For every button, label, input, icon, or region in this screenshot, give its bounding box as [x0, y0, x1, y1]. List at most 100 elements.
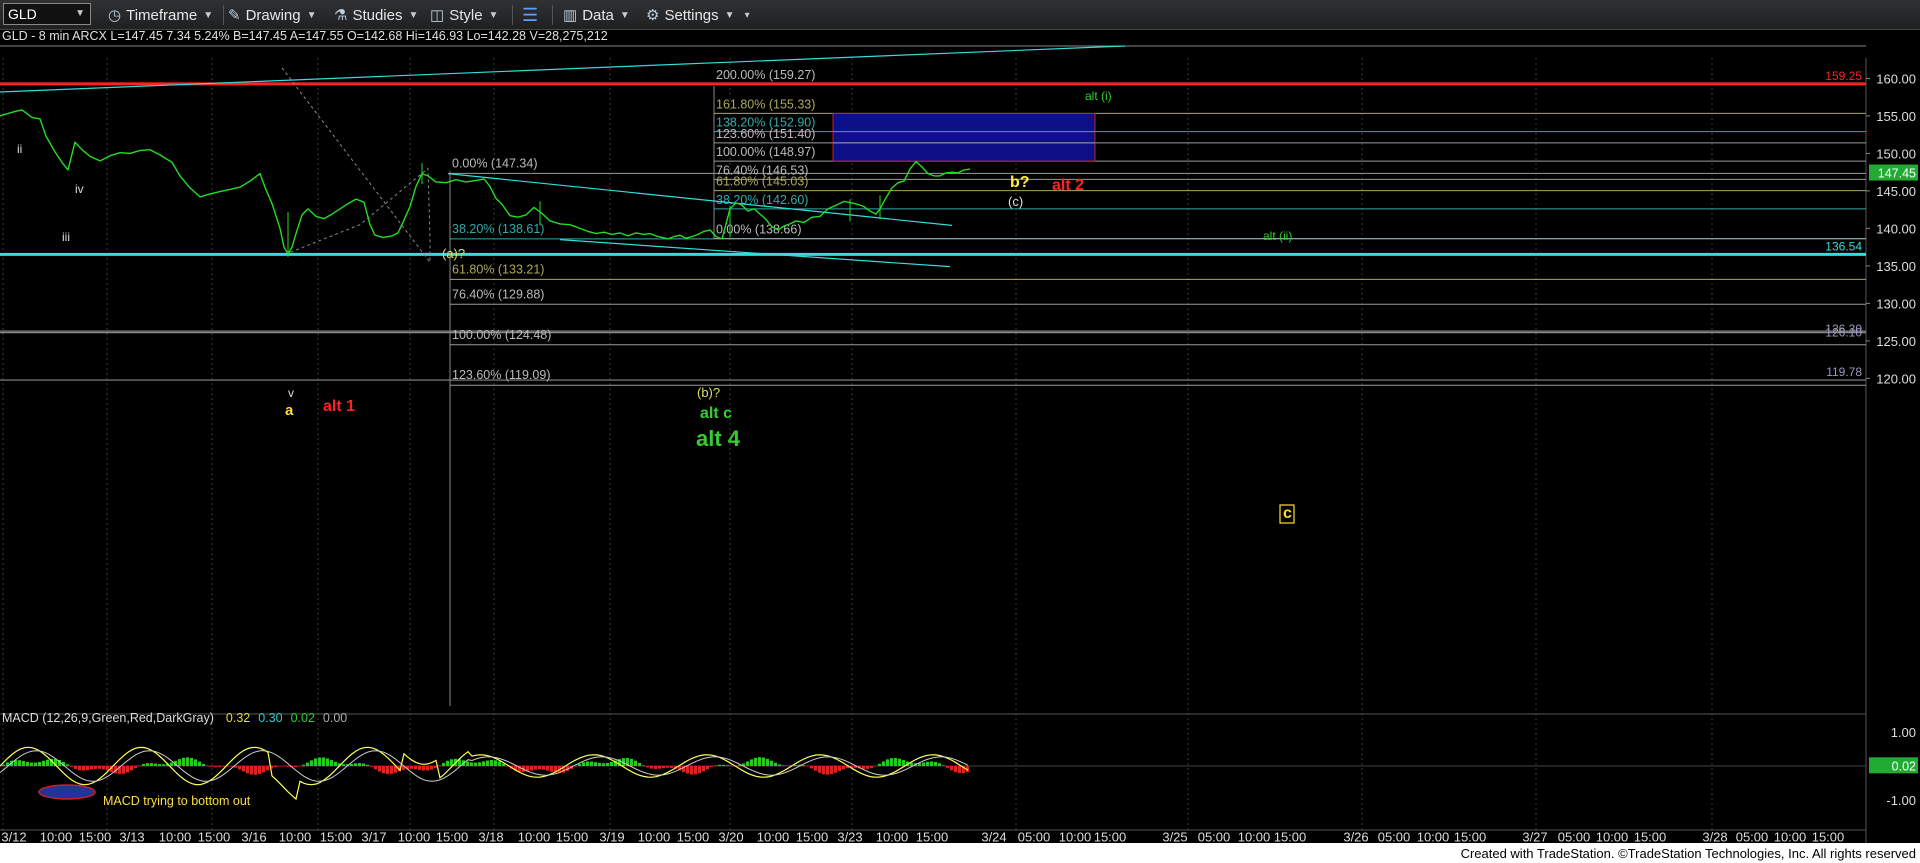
fib-pct: 123.60%	[452, 368, 501, 382]
fib-label: 200.00% (159.27)	[716, 68, 815, 82]
macd-bar	[42, 760, 45, 766]
macd-bar	[266, 766, 269, 771]
macd-bar	[430, 766, 433, 770]
style-button[interactable]: ◫ Style ▼	[430, 0, 498, 30]
drawing-button[interactable]: ✎ Drawing ▼	[228, 0, 317, 30]
macd-bar	[242, 766, 245, 772]
macd-bar	[150, 763, 153, 766]
x-tick-label: 15:00	[796, 830, 829, 843]
macd-value: 0.00	[323, 711, 347, 725]
settings-button[interactable]: ⚙ Settings ▼ ▾	[646, 0, 750, 30]
price-chart[interactable]: GLD - 8 min ARCX L=147.45 7.34 5.24% B=1…	[0, 30, 1920, 843]
fib-value: 159.27	[773, 68, 811, 82]
fib-label: 38.20% (142.60)	[716, 193, 808, 207]
fib-close: )	[540, 222, 544, 236]
macd-bar	[446, 760, 449, 766]
wave-label: alt 4	[696, 426, 741, 451]
x-tick-label: 05:00	[1198, 830, 1231, 843]
macd-bar	[782, 765, 785, 766]
wave-label: alt 2	[1052, 177, 1084, 194]
macd-bar	[746, 761, 749, 766]
style-label: Style	[449, 6, 483, 24]
macd-bar	[18, 760, 21, 766]
macd-value: 0.32	[226, 711, 250, 725]
fib-label: 76.40% (129.88)	[452, 287, 544, 301]
macd-bar	[390, 766, 393, 774]
macd-bar	[778, 764, 781, 766]
macd-bar	[354, 763, 357, 766]
last-price-label: 147.45	[1878, 167, 1916, 181]
macd-bar	[46, 759, 49, 766]
macd-bar	[142, 763, 145, 766]
x-tick-label: 3/19	[599, 830, 624, 843]
macd-bar	[342, 764, 345, 766]
macd-bar	[218, 766, 221, 768]
level-label: 159.25	[1825, 69, 1862, 83]
macd-bar	[794, 764, 797, 766]
wave-label: ii	[17, 142, 22, 156]
y-tick-label: 145.00	[1876, 184, 1916, 199]
macd-bar	[758, 757, 761, 766]
macd-bar	[482, 761, 485, 766]
macd-bar	[102, 766, 105, 770]
settings-label: Settings	[664, 6, 719, 24]
x-tick-label: 10:00	[876, 830, 909, 843]
macd-bar	[22, 761, 25, 766]
macd-bar	[38, 761, 41, 766]
macd-bar	[202, 763, 205, 766]
macd-bar	[186, 757, 189, 766]
chevron-down-icon: ▼	[724, 9, 735, 21]
macd-bar	[254, 766, 257, 775]
level-label: 136.54	[1825, 239, 1862, 253]
macd-bar	[866, 766, 869, 769]
fib-pct: 100.00%	[716, 145, 765, 159]
y-tick-label: 125.00	[1876, 334, 1916, 349]
macd-bar	[834, 766, 837, 773]
fib-pct: 161.80%	[716, 97, 765, 111]
symbol-input[interactable]: GLD ▼	[3, 3, 91, 25]
wave-label: iv	[75, 182, 84, 196]
macd-value: 0.30	[258, 711, 282, 725]
macd-bar	[122, 766, 125, 774]
macd-bar	[230, 766, 233, 767]
macd-bar	[246, 766, 249, 774]
chart-header: GLD - 8 min ARCX L=147.45 7.34 5.24% B=1…	[2, 30, 608, 43]
fib-value: 147.34	[495, 156, 533, 170]
toolbar: GLD ▼ ◷ Timeframe ▼ ✎ Drawing ▼ ⚗ Studies ▼ ◫ St…	[0, 0, 1920, 30]
layout-button[interactable]: ☰	[522, 0, 543, 30]
studies-button[interactable]: ⚗ Studies ▼	[334, 0, 418, 30]
macd-bar	[602, 763, 605, 766]
macd-bar	[818, 766, 821, 773]
macd-bar	[838, 766, 841, 771]
macd-y-tick: 1.00	[1891, 725, 1916, 740]
timeframe-button[interactable]: ◷ Timeframe ▼	[108, 0, 213, 30]
x-tick-label: 05:00	[1558, 830, 1591, 843]
wave-label: v	[288, 386, 294, 400]
fib-close: )	[540, 262, 544, 276]
macd-bar	[222, 766, 225, 767]
data-button[interactable]: ▥ Data ▼	[563, 0, 630, 30]
target-box	[832, 112, 1096, 162]
wave-label: alt 1	[323, 398, 355, 415]
x-tick-label: 15:00	[79, 830, 112, 843]
macd-bar	[410, 766, 413, 769]
macd-bar	[586, 761, 589, 766]
x-axis: 3/12 10:00 15:00 3/13 10:00 15:00 3/16 10:00 15:…	[1, 830, 1844, 843]
fib-pct: 61.80%	[716, 175, 758, 189]
macd-bar	[274, 766, 277, 768]
fib-close: )	[546, 368, 550, 382]
wave-label: alt (i)	[1085, 89, 1112, 103]
macd-bar	[302, 764, 305, 766]
wave-label: (a)?	[442, 246, 465, 261]
macd-bar	[894, 757, 897, 766]
macd-bar	[318, 757, 321, 766]
macd-bar	[938, 763, 941, 766]
macd-bar	[210, 766, 213, 767]
macd-bar	[98, 766, 101, 769]
macd-bar	[30, 762, 33, 766]
macd-bar	[358, 763, 361, 766]
macd-bar	[466, 761, 469, 766]
y-tick-label: 135.00	[1876, 259, 1916, 274]
x-tick-label: 10:00	[1774, 830, 1807, 843]
macd-bar	[370, 766, 373, 767]
